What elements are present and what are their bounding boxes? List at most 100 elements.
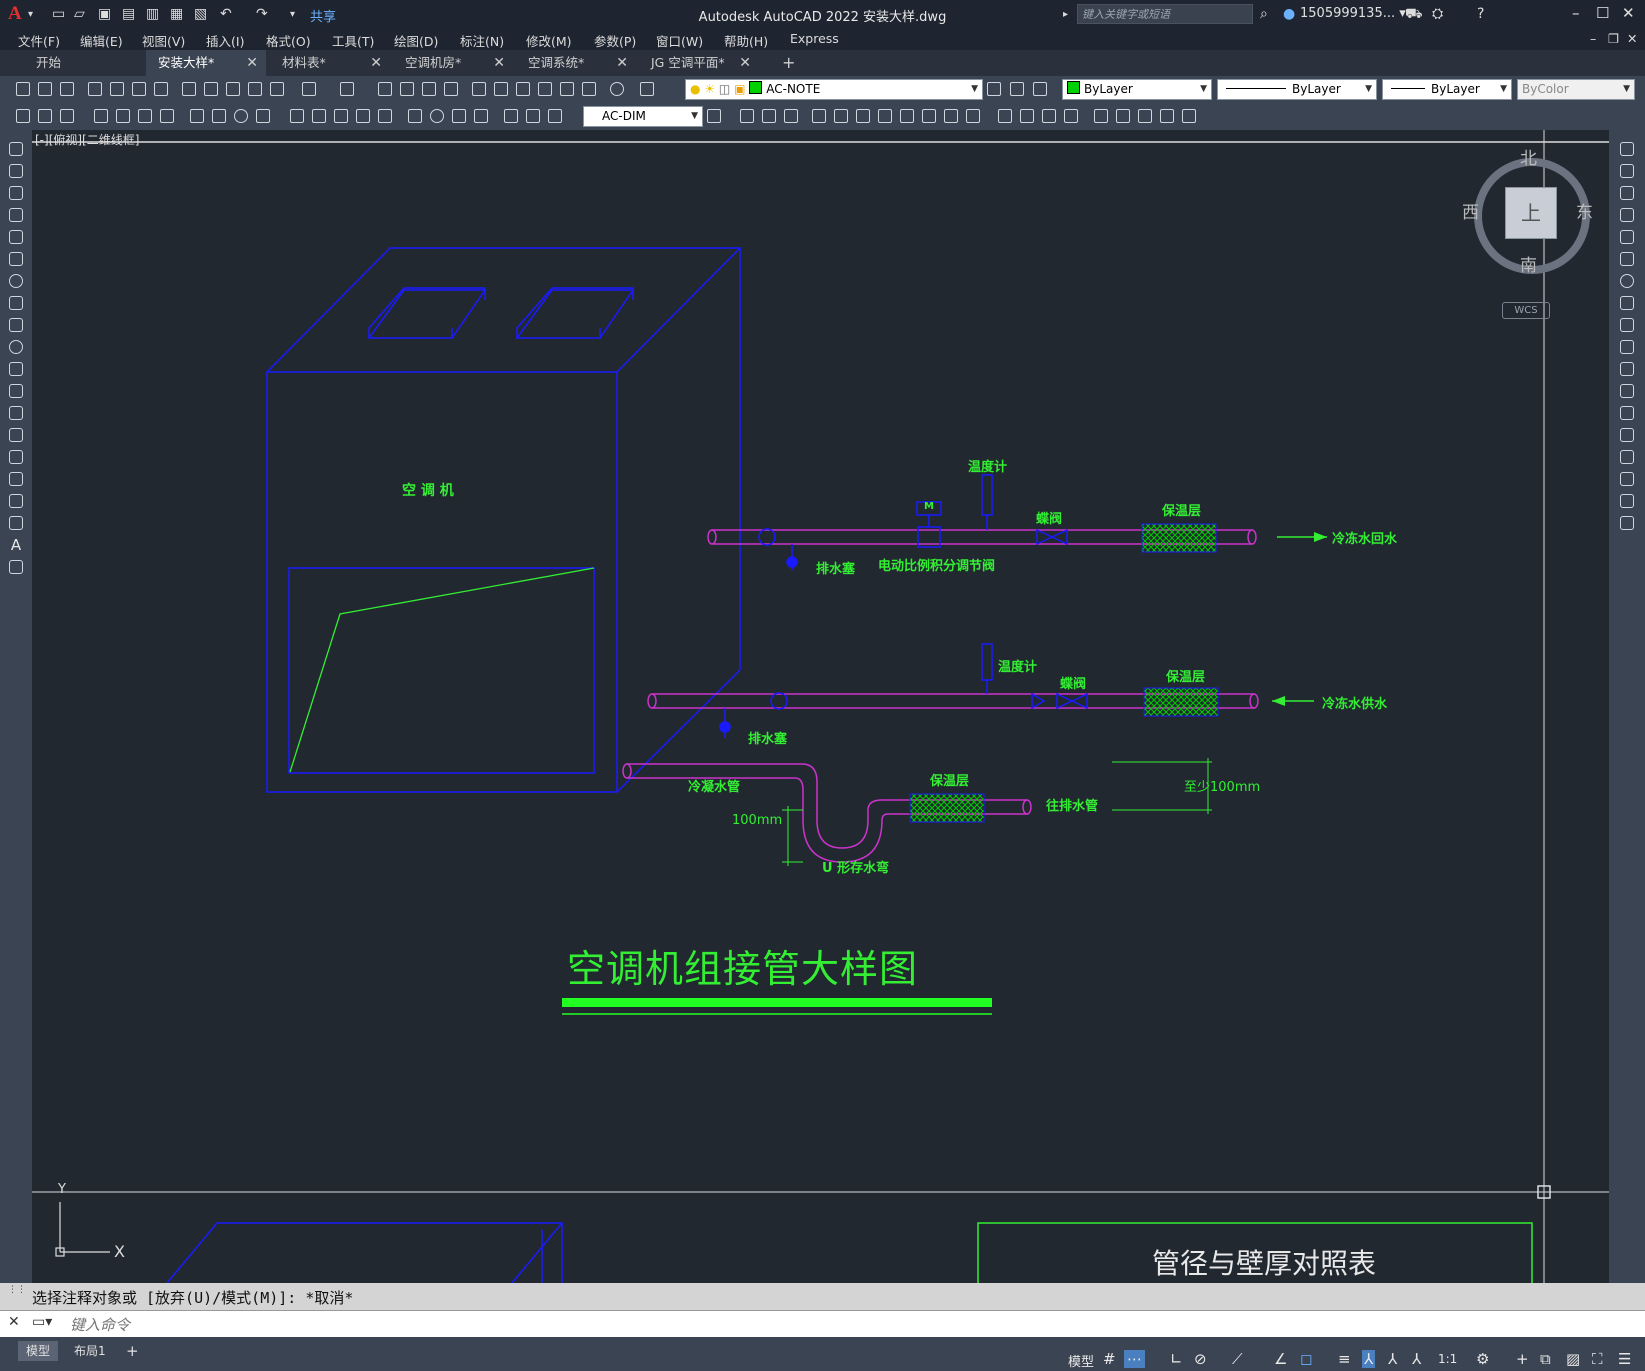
zoom-realtime-icon[interactable] (400, 82, 414, 96)
block-editor-icon[interactable] (270, 82, 284, 96)
close-window-icon[interactable]: ✕ (1622, 4, 1635, 22)
construction-line-icon[interactable] (9, 164, 23, 178)
explode-icon[interactable] (1620, 516, 1634, 530)
undo-icon[interactable] (302, 82, 316, 96)
move-object-icon[interactable] (834, 109, 848, 123)
ellipse-arc-icon[interactable] (9, 362, 23, 376)
mirror-object-icon[interactable] (762, 109, 776, 123)
gradient-icon[interactable] (9, 472, 23, 486)
chamfer-icon[interactable] (1020, 109, 1034, 123)
annotation-monitor-icon[interactable]: + (1516, 1350, 1529, 1368)
qnew-icon[interactable] (16, 82, 30, 96)
rotate-object-icon[interactable] (856, 109, 870, 123)
help-icon[interactable] (610, 82, 624, 96)
dim-linear-icon[interactable] (94, 109, 108, 123)
pan-icon[interactable] (378, 82, 392, 96)
stretch-icon[interactable] (1620, 318, 1634, 332)
dim-radius-icon[interactable] (190, 109, 204, 123)
3d-print-icon[interactable] (154, 82, 168, 96)
tab-close-icon[interactable]: ✕ (246, 50, 258, 76)
keyword-search-input[interactable]: 键入关键字或短语 (1077, 4, 1253, 24)
workspace-gear-icon[interactable]: ⚙ (1476, 1350, 1489, 1368)
menu-file[interactable]: 文件(F) (18, 31, 60, 50)
cart-icon[interactable]: ⛟ (1405, 6, 1423, 24)
copy-object-icon[interactable] (740, 109, 754, 123)
menu-dimension[interactable]: 标注(N) (460, 31, 504, 50)
polar-icon[interactable]: ⊘ (1194, 1350, 1207, 1368)
command-grip-icon[interactable]: ⋮⋮ (8, 1285, 26, 1295)
layer-dropdown[interactable]: ● ☀ ◫ ▣ AC-NOTE ▼ (685, 79, 983, 100)
menu-help[interactable]: 帮助(H) (724, 31, 768, 50)
ellipse-icon[interactable] (9, 340, 23, 354)
stretch-object-icon[interactable] (922, 109, 936, 123)
make-current-layer-icon[interactable] (987, 82, 1001, 96)
annotation-scale-value[interactable]: 1:1 (1438, 1352, 1457, 1366)
point-icon[interactable] (9, 428, 23, 442)
cut-icon[interactable] (182, 82, 196, 96)
command-input[interactable] (68, 1314, 1572, 1336)
viewcube-north[interactable]: 北 (1520, 144, 1537, 169)
isodraft-icon[interactable]: ⟋ (1232, 1350, 1243, 1368)
calculator-icon[interactable] (582, 82, 596, 96)
tool-palettes-icon[interactable] (516, 82, 530, 96)
maximize-icon[interactable]: ☐ (1596, 4, 1609, 22)
annotation-scale-icon[interactable]: ⅄ (1412, 1350, 1421, 1368)
grid-icon[interactable]: # (1103, 1350, 1116, 1368)
object-snap-icon[interactable]: ◻ (1300, 1350, 1312, 1368)
move-icon[interactable] (1620, 252, 1634, 266)
layer-properties-icon[interactable] (640, 82, 654, 96)
model-space-button[interactable]: 模型 (1068, 1351, 1094, 1370)
tab-close-icon[interactable]: ✕ (739, 50, 751, 76)
dim-style-icon[interactable] (707, 109, 721, 123)
dimstyle-dropdown[interactable]: AC-DIM ▼ (583, 106, 703, 127)
center-mark-icon[interactable] (430, 109, 444, 123)
extend-icon[interactable] (1620, 362, 1634, 376)
drawing-canvas[interactable]: [-][俯视][二维线框] 空 调 机 温度计 蝶阀 保温层 冷冻水回水 排水塞… (32, 130, 1609, 1283)
zoom-window-icon[interactable] (422, 82, 436, 96)
copy-icon[interactable] (204, 82, 218, 96)
circle-icon[interactable] (9, 274, 23, 288)
menu-parametric[interactable]: 参数(P) (594, 31, 636, 50)
units-icon[interactable]: ⧉ (1540, 1350, 1551, 1368)
add-selected-icon[interactable] (9, 560, 23, 574)
sheet-set-icon[interactable] (538, 82, 552, 96)
match-properties-icon[interactable] (248, 82, 262, 96)
group-icon[interactable] (1094, 109, 1108, 123)
polyline-icon[interactable] (9, 186, 23, 200)
preview-icon[interactable] (110, 82, 124, 96)
arc-icon[interactable] (9, 252, 23, 266)
customize-menu-icon[interactable]: ☰ (1618, 1350, 1631, 1368)
inspect-icon[interactable] (452, 109, 466, 123)
quick-properties-icon[interactable]: ▨ (1566, 1350, 1580, 1368)
menu-insert[interactable]: 插入(I) (206, 31, 244, 50)
open-icon[interactable] (38, 82, 52, 96)
layer-previous-icon[interactable] (1010, 82, 1024, 96)
tab-model[interactable]: 模型 (18, 1341, 59, 1361)
array-icon[interactable] (1620, 230, 1634, 244)
trim-object-icon[interactable] (944, 109, 958, 123)
draworder-back-icon[interactable] (1160, 109, 1174, 123)
viewcube-west[interactable]: 西 (1462, 198, 1479, 223)
copy-icon[interactable] (1620, 164, 1634, 178)
rectangle-icon[interactable] (9, 230, 23, 244)
lineweight-icon[interactable]: ≡ (1338, 1350, 1351, 1368)
fillet-icon[interactable] (998, 109, 1012, 123)
annotation-visibility-icon[interactable]: ⅄ (1362, 1350, 1376, 1368)
hatch-icon[interactable] (9, 450, 23, 464)
dim-text-edit-icon[interactable] (526, 109, 540, 123)
explode-icon[interactable] (1042, 109, 1056, 123)
doc-restore-icon[interactable]: ❐ (1608, 31, 1619, 46)
wrench-icon[interactable]: ✕ (8, 1314, 20, 1330)
erase-icon[interactable] (878, 109, 892, 123)
layer-change-icon[interactable] (38, 109, 52, 123)
plotstyle-dropdown[interactable]: ByColor ▼ (1517, 79, 1635, 100)
user-account[interactable]: 1505999135... ▾ (1300, 6, 1406, 21)
extend-object-icon[interactable] (966, 109, 980, 123)
save-icon[interactable] (60, 82, 74, 96)
scale-object-icon[interactable] (900, 109, 914, 123)
spline-icon[interactable] (9, 318, 23, 332)
tab-close-icon[interactable]: ✕ (493, 50, 505, 76)
quick-dim-icon[interactable] (290, 109, 304, 123)
dim-baseline-icon[interactable] (312, 109, 326, 123)
tolerance-icon[interactable] (408, 109, 422, 123)
